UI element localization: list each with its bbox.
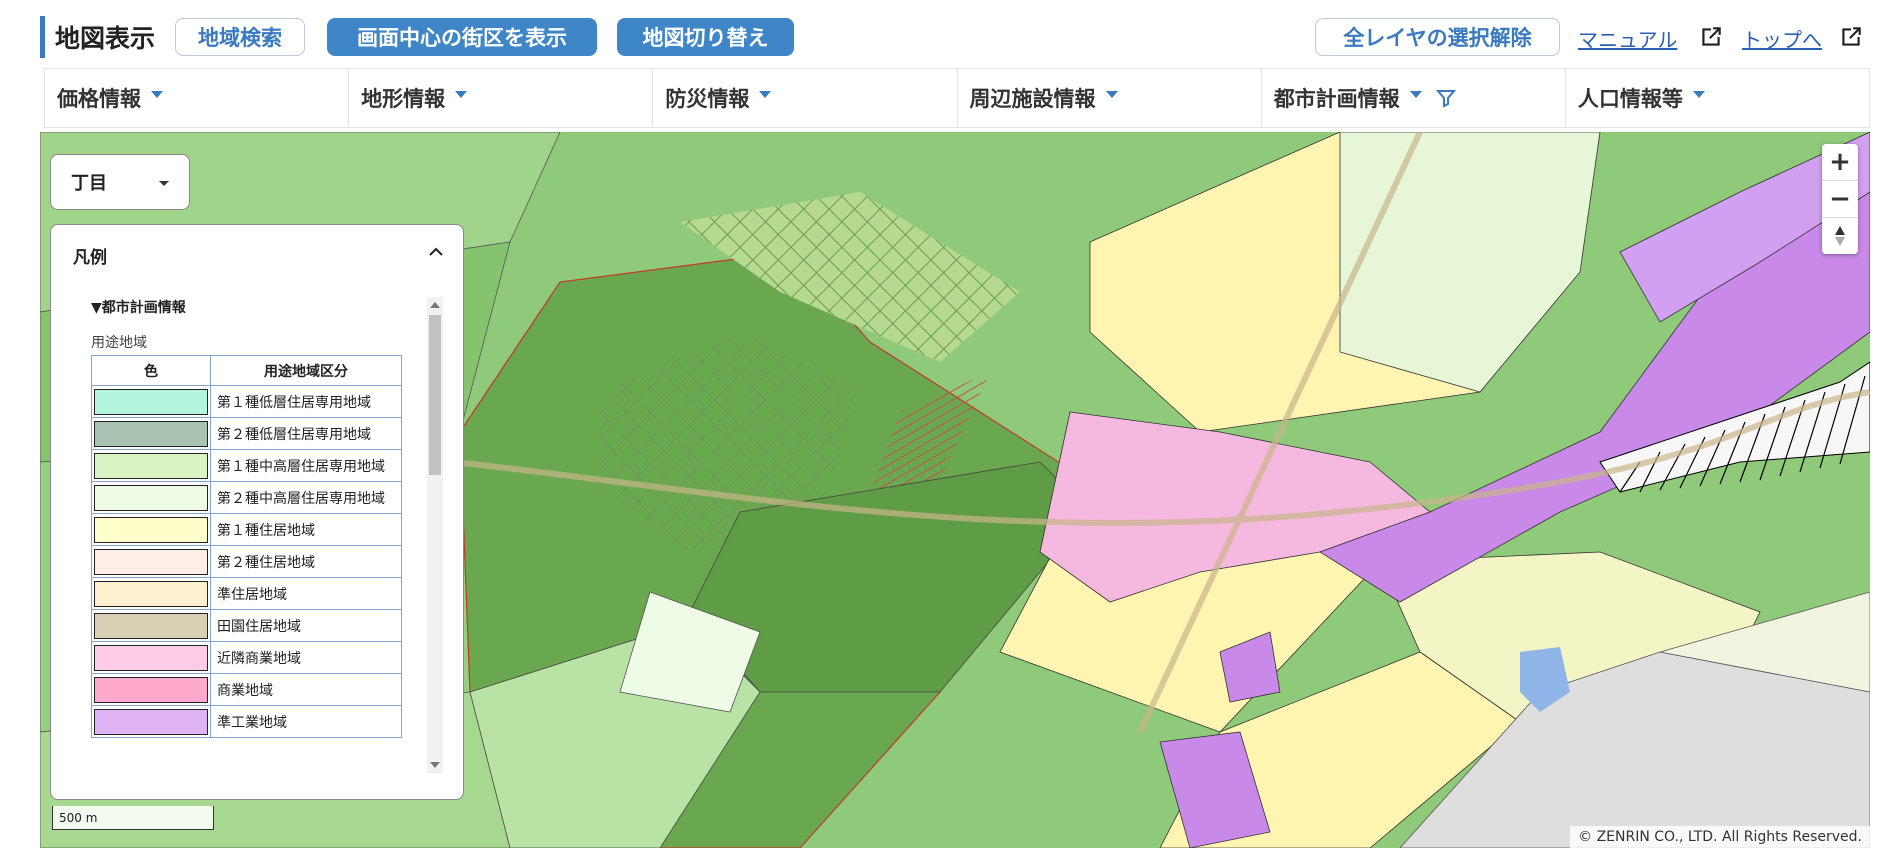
legend-row: 商業地域 <box>91 673 402 706</box>
legend-zone-name: 田園住居地域 <box>210 609 402 642</box>
legend-zone-name: 第１種中高層住居専用地域 <box>210 449 402 482</box>
category-urban-planning[interactable]: 都市計画情報 <box>1262 69 1566 127</box>
legend-swatch-cell <box>91 673 211 706</box>
top-link[interactable]: トップへ <box>1742 24 1822 53</box>
legend-color-swatch <box>94 548 208 575</box>
zoom-controls: + − <box>1822 144 1858 254</box>
legend-swatch-cell <box>91 577 211 610</box>
legend-color-swatch <box>94 388 208 415</box>
switch-map-button[interactable]: 地図切り替え <box>617 18 794 56</box>
scroll-thumb[interactable] <box>429 315 441 475</box>
region-search-button[interactable]: 地域検索 <box>175 18 305 56</box>
legend-title: 凡例 <box>73 248 107 268</box>
legend-swatch-cell <box>91 609 211 642</box>
page-title: 地図表示 <box>55 24 156 53</box>
land-use-legend-table: 色 用途地域区分 第１種低層住居専用地域 第２種低層住居専用地域 第１種中高層住居専… <box>91 355 402 738</box>
chevron-down-icon <box>1409 90 1422 98</box>
legend-swatch-cell <box>91 513 211 546</box>
legend-zone-name: 第２種低層住居専用地域 <box>210 417 402 450</box>
legend-swatch-cell <box>91 449 211 482</box>
legend-row: 準住居地域 <box>91 577 402 610</box>
filter-icon <box>1435 90 1456 108</box>
zoom-in-button[interactable]: + <box>1822 144 1858 181</box>
chevron-down-icon <box>151 90 163 98</box>
legend-color-swatch <box>94 644 208 671</box>
legend-panel: 凡例 ▼都市計画情報 用途地域 色 用途地域区分 第１種低層住居専用地域 第２種低… <box>50 224 464 800</box>
legend-swatch-cell <box>91 641 211 674</box>
category-price[interactable]: 価格情報 <box>44 69 350 127</box>
category-terrain[interactable]: 地形情報 <box>349 69 654 127</box>
category-disaster[interactable]: 防災情報 <box>653 69 958 127</box>
legend-row: 第２種低層住居専用地域 <box>91 417 402 450</box>
legend-row: 第１種低層住居専用地域 <box>91 385 402 418</box>
scroll-down-arrow[interactable] <box>430 762 440 768</box>
area-level-select[interactable]: 丁目 <box>50 154 190 210</box>
chevron-up-icon[interactable] <box>429 245 443 259</box>
chevron-down-icon <box>759 90 772 98</box>
legend-scrollbar[interactable] <box>427 297 443 773</box>
zoom-out-button[interactable]: − <box>1822 181 1858 218</box>
legend-zone-name: 近隣商業地域 <box>210 641 402 674</box>
show-center-block-button[interactable]: 画面中心の街区を表示 <box>327 18 597 56</box>
scroll-up-arrow[interactable] <box>430 302 440 308</box>
legend-zone-name: 商業地域 <box>210 673 402 706</box>
legend-row: 第１種住居地域 <box>91 513 402 546</box>
chevron-down-icon <box>1692 90 1705 98</box>
legend-swatch-cell <box>91 545 211 578</box>
category-population[interactable]: 人口情報等 <box>1566 69 1871 127</box>
legend-subsection-title: 用途地域 <box>91 335 147 351</box>
legend-swatch-cell <box>91 705 211 738</box>
category-facilities[interactable]: 周辺施設情報 <box>958 69 1262 127</box>
legend-swatch-cell <box>91 481 211 514</box>
external-link-icon[interactable] <box>1838 24 1864 50</box>
legend-color-swatch <box>94 580 208 607</box>
scale-bar: 500 m <box>52 806 214 830</box>
legend-row: 第２種住居地域 <box>91 545 402 578</box>
legend-color-swatch <box>94 676 208 703</box>
page-title-wrap: 地図表示 <box>40 16 155 58</box>
compass-icon <box>1835 226 1845 246</box>
legend-color-swatch <box>94 452 208 479</box>
legend-color-swatch <box>94 420 208 447</box>
manual-link[interactable]: マニュアル <box>1578 24 1677 53</box>
legend-color-swatch <box>94 708 208 735</box>
category-menu-bar: 価格情報 地形情報 防災情報 周辺施設情報 都市計画情報 人口情報等 <box>44 68 1871 128</box>
legend-zone-name: 準住居地域 <box>210 577 402 610</box>
legend-section-title[interactable]: ▼都市計画情報 <box>91 297 186 317</box>
legend-row: 田園住居地域 <box>91 609 402 642</box>
legend-color-swatch <box>94 612 208 639</box>
legend-body: ▼都市計画情報 用途地域 色 用途地域区分 第１種低層住居専用地域 第２種低層住居… <box>91 287 421 771</box>
copyright-notice: © ZENRIN CO., LTD. All Rights Reserved. <box>1570 826 1870 848</box>
chevron-down-icon <box>1105 90 1118 98</box>
chevron-down-icon <box>455 90 468 98</box>
column-header-zone: 用途地域区分 <box>210 355 402 386</box>
legend-row: 第１種中高層住居専用地域 <box>91 449 402 482</box>
legend-color-swatch <box>94 484 208 511</box>
map-view[interactable]: + − 丁目 凡例 ▼都市計画情報 用途地域 色 用途地域区分 第１種低層住居専… <box>40 132 1870 848</box>
legend-zone-name: 第２種住居地域 <box>210 545 402 578</box>
legend-row: 近隣商業地域 <box>91 641 402 674</box>
legend-zone-name: 第２種中高層住居専用地域 <box>210 481 402 514</box>
legend-zone-name: 第１種住居地域 <box>210 513 402 546</box>
legend-zone-name: 準工業地域 <box>210 705 402 738</box>
chevron-down-icon <box>159 181 169 186</box>
compass-button[interactable] <box>1822 218 1858 254</box>
external-link-icon[interactable] <box>1698 24 1724 50</box>
top-toolbar: 地図表示 地域検索 画面中心の街区を表示 地図切り替え 全レイヤの選択解除 マニ… <box>40 16 1870 60</box>
column-header-color: 色 <box>91 355 211 386</box>
legend-swatch-cell <box>91 385 211 418</box>
clear-layers-button[interactable]: 全レイヤの選択解除 <box>1315 18 1560 56</box>
legend-color-swatch <box>94 516 208 543</box>
legend-swatch-cell <box>91 417 211 450</box>
legend-row: 準工業地域 <box>91 705 402 738</box>
legend-row: 第２種中高層住居専用地域 <box>91 481 402 514</box>
legend-zone-name: 第１種低層住居専用地域 <box>210 385 402 418</box>
